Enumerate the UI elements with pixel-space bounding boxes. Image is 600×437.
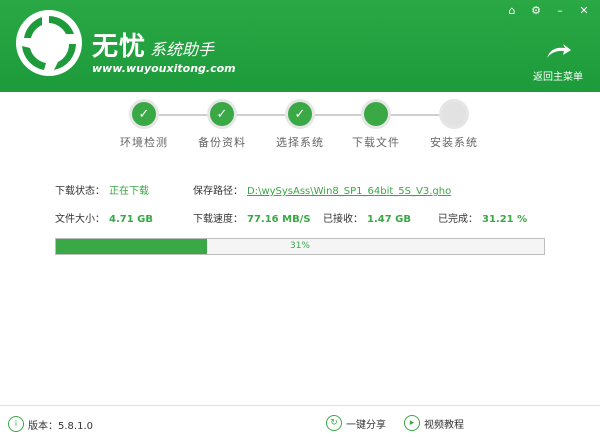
step-install: 安装系统 [414,102,494,150]
check-icon: ✓ [210,102,234,126]
return-main-menu-label: 返回主菜单 [533,72,583,83]
info-icon: i [8,416,24,432]
share-button[interactable]: ↻ 一键分享 [326,415,386,431]
home-icon[interactable]: ⌂ [504,4,520,18]
brand-subtitle: 系统助手 [150,40,215,59]
brand-url: www.wuyouxitong.com [92,62,236,75]
current-step-dot [364,102,388,126]
app-header: 无忧 系统助手 www.wuyouxitong.com ⌂ ⚙ – ✕ 返回主菜… [0,0,600,92]
step-label: 备份资料 [198,136,246,149]
completed-value: 31.21 % [482,214,528,225]
version-info: i 版本：5.8.1.0 [8,416,93,432]
file-size-value: 4.71 GB [109,214,153,225]
step-label: 选择系统 [276,136,324,149]
completed-label: 已完成： [438,214,478,225]
video-label: 视频教程 [424,419,464,431]
download-speed-value: 77.16 MB/S [247,214,311,225]
download-speed: 下载速度： 77.16 MB/S [193,210,311,225]
footer-bar: i 版本：5.8.1.0 ↻ 一键分享 ▸ 视频教程 [0,405,600,437]
file-size: 文件大小： 4.71 GB [55,210,153,225]
received-size: 已接收： 1.47 GB [323,210,411,225]
download-status-label: 下载状态： [55,186,105,197]
close-icon[interactable]: ✕ [576,4,592,18]
check-icon: ✓ [288,102,312,126]
return-main-menu-button[interactable]: 返回主菜单 [526,44,590,83]
step-env-check: ✓ 环境检测 [104,102,184,150]
download-status: 下载状态： 正在下载 [55,182,149,197]
download-progress-bar: 31% [55,238,545,255]
file-size-label: 文件大小： [55,214,105,225]
recycle-logo-icon [16,10,82,76]
save-path: 保存路径： D:\wySysAss\Win8_SP1_64bit_5S_V3.gh… [193,182,451,197]
save-path-link[interactable]: D:\wySysAss\Win8_SP1_64bit_5S_V3.gho [247,186,451,197]
save-path-label: 保存路径： [193,186,243,197]
download-status-value: 正在下载 [109,186,149,197]
step-label: 安装系统 [430,136,478,149]
version-label: 版本：5.8.1.0 [28,420,93,432]
video-tutorial-button[interactable]: ▸ 视频教程 [404,415,464,431]
step-label: 下载文件 [352,136,400,149]
step-label: 环境检测 [120,136,168,149]
share-label: 一键分享 [346,419,386,431]
pending-step-dot [442,102,466,126]
received-value: 1.47 GB [367,214,411,225]
return-arrow-icon [547,44,571,58]
received-label: 已接收： [323,214,363,225]
progress-steps: ✓ 环境检测 ✓ 备份资料 ✓ 选择系统 下载文件 安装系统 [0,98,600,158]
step-download: 下载文件 [336,102,416,150]
brand-title: 无忧 [92,32,147,62]
window-controls: ⌂ ⚙ – ✕ [504,4,592,18]
completed-percent: 已完成： 31.21 % [438,210,527,225]
share-icon: ↻ [326,415,342,431]
download-speed-label: 下载速度： [193,214,243,225]
minimize-icon[interactable]: – [552,4,568,18]
check-icon: ✓ [132,102,156,126]
video-icon: ▸ [404,415,420,431]
gear-icon[interactable]: ⚙ [528,4,544,18]
progress-percent-text: 31% [289,241,310,251]
step-backup: ✓ 备份资料 [182,102,262,150]
step-choose-system: ✓ 选择系统 [260,102,340,150]
